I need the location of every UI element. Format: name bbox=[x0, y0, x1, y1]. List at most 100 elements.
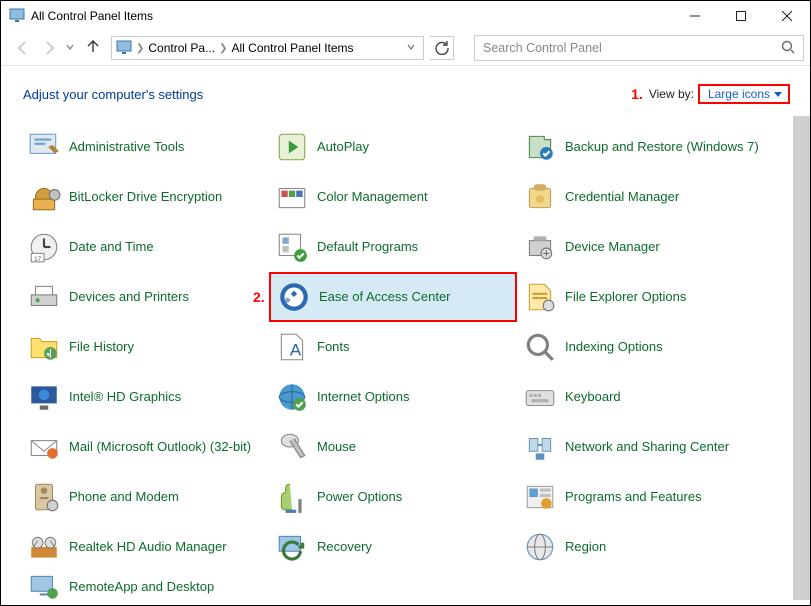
breadcrumb-part2[interactable]: All Control Panel Items bbox=[231, 41, 353, 55]
item-label: Mouse bbox=[317, 439, 356, 455]
search-placeholder: Search Control Panel bbox=[483, 41, 602, 55]
item-icon bbox=[27, 280, 61, 314]
control-panel-item[interactable]: Ease of Access Center2. bbox=[269, 272, 517, 322]
search-icon bbox=[781, 40, 795, 57]
search-input[interactable]: Search Control Panel bbox=[474, 35, 804, 61]
item-icon bbox=[523, 130, 557, 164]
control-panel-item[interactable]: Credential Manager bbox=[517, 172, 765, 222]
control-panel-item[interactable]: Indexing Options bbox=[517, 322, 765, 372]
control-panel-item[interactable]: 17 Date and Time bbox=[21, 222, 269, 272]
item-label: Mail (Microsoft Outlook) (32-bit) bbox=[69, 439, 251, 455]
back-button[interactable] bbox=[13, 38, 33, 58]
control-panel-item[interactable]: Programs and Features bbox=[517, 472, 765, 522]
page-header: Adjust your computer's settings 1. View … bbox=[1, 66, 810, 116]
scrollbar[interactable] bbox=[793, 116, 810, 600]
item-icon bbox=[275, 480, 309, 514]
item-icon bbox=[523, 330, 557, 364]
address-bar[interactable]: ❯ Control Pa... ❯ All Control Panel Item… bbox=[111, 36, 424, 60]
item-icon bbox=[523, 430, 557, 464]
control-panel-item[interactable]: Intel® HD Graphics bbox=[21, 372, 269, 422]
item-icon bbox=[27, 430, 61, 464]
item-icon bbox=[277, 280, 311, 314]
item-label: Indexing Options bbox=[565, 339, 663, 355]
item-label: Devices and Printers bbox=[69, 289, 189, 305]
control-panel-item[interactable]: A Fonts bbox=[269, 322, 517, 372]
view-by-label: View by: bbox=[649, 87, 694, 101]
nav-bar: ❯ Control Pa... ❯ All Control Panel Item… bbox=[1, 31, 810, 65]
control-panel-item[interactable]: File History bbox=[21, 322, 269, 372]
control-panel-item[interactable]: Recovery bbox=[269, 522, 517, 572]
view-by-dropdown[interactable]: Large icons bbox=[698, 84, 790, 104]
forward-button[interactable] bbox=[39, 38, 59, 58]
scrollbar-thumb[interactable] bbox=[793, 116, 810, 600]
refresh-button[interactable] bbox=[430, 36, 454, 60]
item-label: Date and Time bbox=[69, 239, 154, 255]
page-title: Adjust your computer's settings bbox=[23, 87, 203, 102]
item-icon bbox=[27, 530, 61, 564]
close-button[interactable] bbox=[764, 1, 810, 31]
item-label: RemoteApp and Desktop bbox=[69, 579, 214, 595]
control-panel-item[interactable]: Network and Sharing Center bbox=[517, 422, 765, 472]
item-icon bbox=[27, 330, 61, 364]
item-label: Fonts bbox=[317, 339, 350, 355]
window-title: All Control Panel Items bbox=[31, 9, 672, 23]
annotation-2: 2. bbox=[253, 289, 265, 305]
control-panel-icon bbox=[9, 8, 25, 24]
history-dropdown[interactable] bbox=[65, 39, 79, 57]
content-area: Administrative Tools AutoPlay Backup and R… bbox=[1, 116, 810, 600]
control-panel-item[interactable]: Internet Options bbox=[269, 372, 517, 422]
item-icon bbox=[523, 380, 557, 414]
item-label: Administrative Tools bbox=[69, 139, 184, 155]
control-panel-item[interactable]: Realtek HD Audio Manager bbox=[21, 522, 269, 572]
control-panel-item[interactable]: Backup and Restore (Windows 7) bbox=[517, 122, 765, 172]
svg-text:17: 17 bbox=[34, 256, 42, 263]
item-label: Region bbox=[565, 539, 606, 555]
control-panel-item[interactable]: Keyboard bbox=[517, 372, 765, 422]
annotation-1: 1. bbox=[631, 86, 643, 102]
control-panel-item[interactable]: Devices and Printers bbox=[21, 272, 269, 322]
item-icon bbox=[275, 230, 309, 264]
svg-text:A: A bbox=[290, 341, 302, 360]
item-icon bbox=[523, 230, 557, 264]
item-icon bbox=[275, 380, 309, 414]
control-panel-item[interactable]: Region bbox=[517, 522, 765, 572]
item-label: Intel® HD Graphics bbox=[69, 389, 181, 405]
item-icon bbox=[523, 530, 557, 564]
control-panel-item[interactable]: Phone and Modem bbox=[21, 472, 269, 522]
control-panel-item[interactable]: Administrative Tools bbox=[21, 122, 269, 172]
item-label: Backup and Restore (Windows 7) bbox=[565, 139, 759, 155]
item-icon bbox=[27, 380, 61, 414]
item-label: Network and Sharing Center bbox=[565, 439, 729, 455]
up-button[interactable] bbox=[85, 38, 105, 59]
item-label: Programs and Features bbox=[565, 489, 702, 505]
chevron-right-icon: ❯ bbox=[217, 43, 229, 54]
maximize-button[interactable] bbox=[718, 1, 764, 31]
control-panel-item[interactable]: Color Management bbox=[269, 172, 517, 222]
minimize-button[interactable] bbox=[672, 1, 718, 31]
item-label: Default Programs bbox=[317, 239, 418, 255]
address-dropdown[interactable] bbox=[403, 41, 419, 55]
control-panel-item[interactable]: Default Programs bbox=[269, 222, 517, 272]
item-icon bbox=[27, 570, 61, 600]
chevron-right-icon: ❯ bbox=[134, 43, 146, 54]
control-panel-item[interactable]: Power Options bbox=[269, 472, 517, 522]
item-icon bbox=[27, 130, 61, 164]
item-icon bbox=[275, 180, 309, 214]
item-icon bbox=[27, 180, 61, 214]
item-label: Ease of Access Center bbox=[319, 289, 451, 305]
control-panel-item[interactable]: Device Manager bbox=[517, 222, 765, 272]
breadcrumb-part1[interactable]: Control Pa... bbox=[148, 41, 215, 55]
control-panel-item[interactable]: Mail (Microsoft Outlook) (32-bit) bbox=[21, 422, 269, 472]
control-panel-item[interactable]: RemoteApp and Desktop bbox=[21, 572, 269, 600]
item-label: Realtek HD Audio Manager bbox=[69, 539, 227, 555]
control-panel-item[interactable]: File Explorer Options bbox=[517, 272, 765, 322]
item-label: BitLocker Drive Encryption bbox=[69, 189, 222, 205]
control-panel-item[interactable]: Mouse bbox=[269, 422, 517, 472]
item-label: Device Manager bbox=[565, 239, 660, 255]
control-panel-item[interactable]: AutoPlay bbox=[269, 122, 517, 172]
control-panel-item[interactable]: BitLocker Drive Encryption bbox=[21, 172, 269, 222]
control-panel-small-icon bbox=[116, 40, 132, 56]
view-by-value: Large icons bbox=[708, 87, 770, 101]
item-icon bbox=[275, 130, 309, 164]
titlebar: All Control Panel Items bbox=[1, 1, 810, 31]
